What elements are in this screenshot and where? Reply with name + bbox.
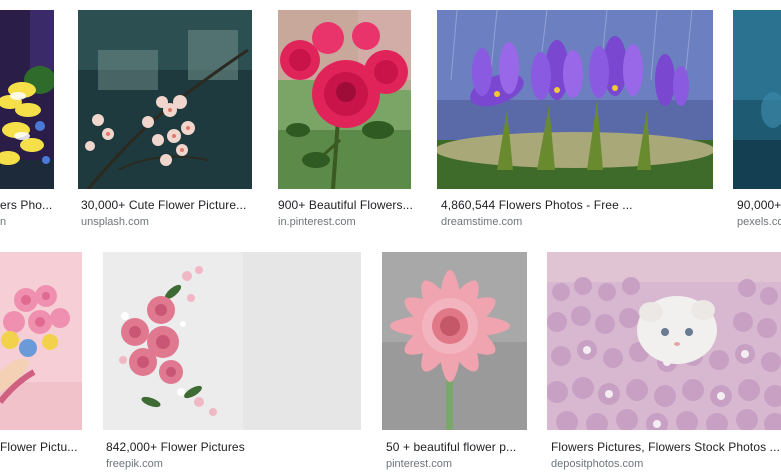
kitten-flowers-image	[547, 252, 781, 430]
result-source: depositphotos.com	[551, 458, 644, 470]
result-source: freepik.com	[106, 458, 163, 470]
result-thumbnail[interactable]	[547, 252, 781, 430]
rose-image	[278, 10, 411, 189]
result-source: pinterest.com	[386, 458, 453, 470]
result-title[interactable]: Flowers Pictures, Flowers Stock Photos .…	[551, 440, 781, 454]
bouquet-image	[0, 252, 82, 430]
result-title[interactable]: 842,000+ Flower Pictures	[106, 440, 356, 454]
flower-image	[0, 10, 54, 189]
gerbera-image	[382, 252, 527, 430]
result-thumbnail[interactable]	[78, 10, 252, 189]
result-source: pexels.co	[737, 216, 781, 228]
result-title[interactable]: 30,000+ Cute Flower Picture...	[81, 198, 251, 212]
result-source: in.pinterest.com	[278, 216, 356, 228]
flower-image	[733, 10, 781, 189]
result-thumbnail[interactable]	[382, 252, 527, 430]
result-source: unsplash.com	[81, 216, 149, 228]
result-title[interactable]: 4,860,544 Flowers Photos - Free ...	[441, 198, 713, 212]
result-title[interactable]: ers Pho...	[0, 198, 54, 212]
rose-wreath-image	[103, 252, 361, 430]
result-title[interactable]: 50 + beautiful flower p...	[386, 440, 527, 454]
result-thumbnail[interactable]	[103, 252, 361, 430]
flower-image	[78, 10, 252, 189]
result-thumbnail[interactable]	[278, 10, 411, 189]
result-title[interactable]: 90,000+	[737, 198, 781, 212]
result-source: dreamstime.com	[441, 216, 523, 228]
result-thumbnail[interactable]	[0, 10, 54, 189]
result-thumbnail[interactable]	[0, 252, 82, 430]
result-thumbnail[interactable]	[733, 10, 781, 189]
result-source: n	[0, 216, 7, 228]
result-title[interactable]: Flower Pictu...	[0, 440, 82, 454]
crocus-image	[437, 10, 713, 189]
result-thumbnail[interactable]	[437, 10, 713, 189]
result-title[interactable]: 900+ Beautiful Flowers...	[278, 198, 412, 212]
